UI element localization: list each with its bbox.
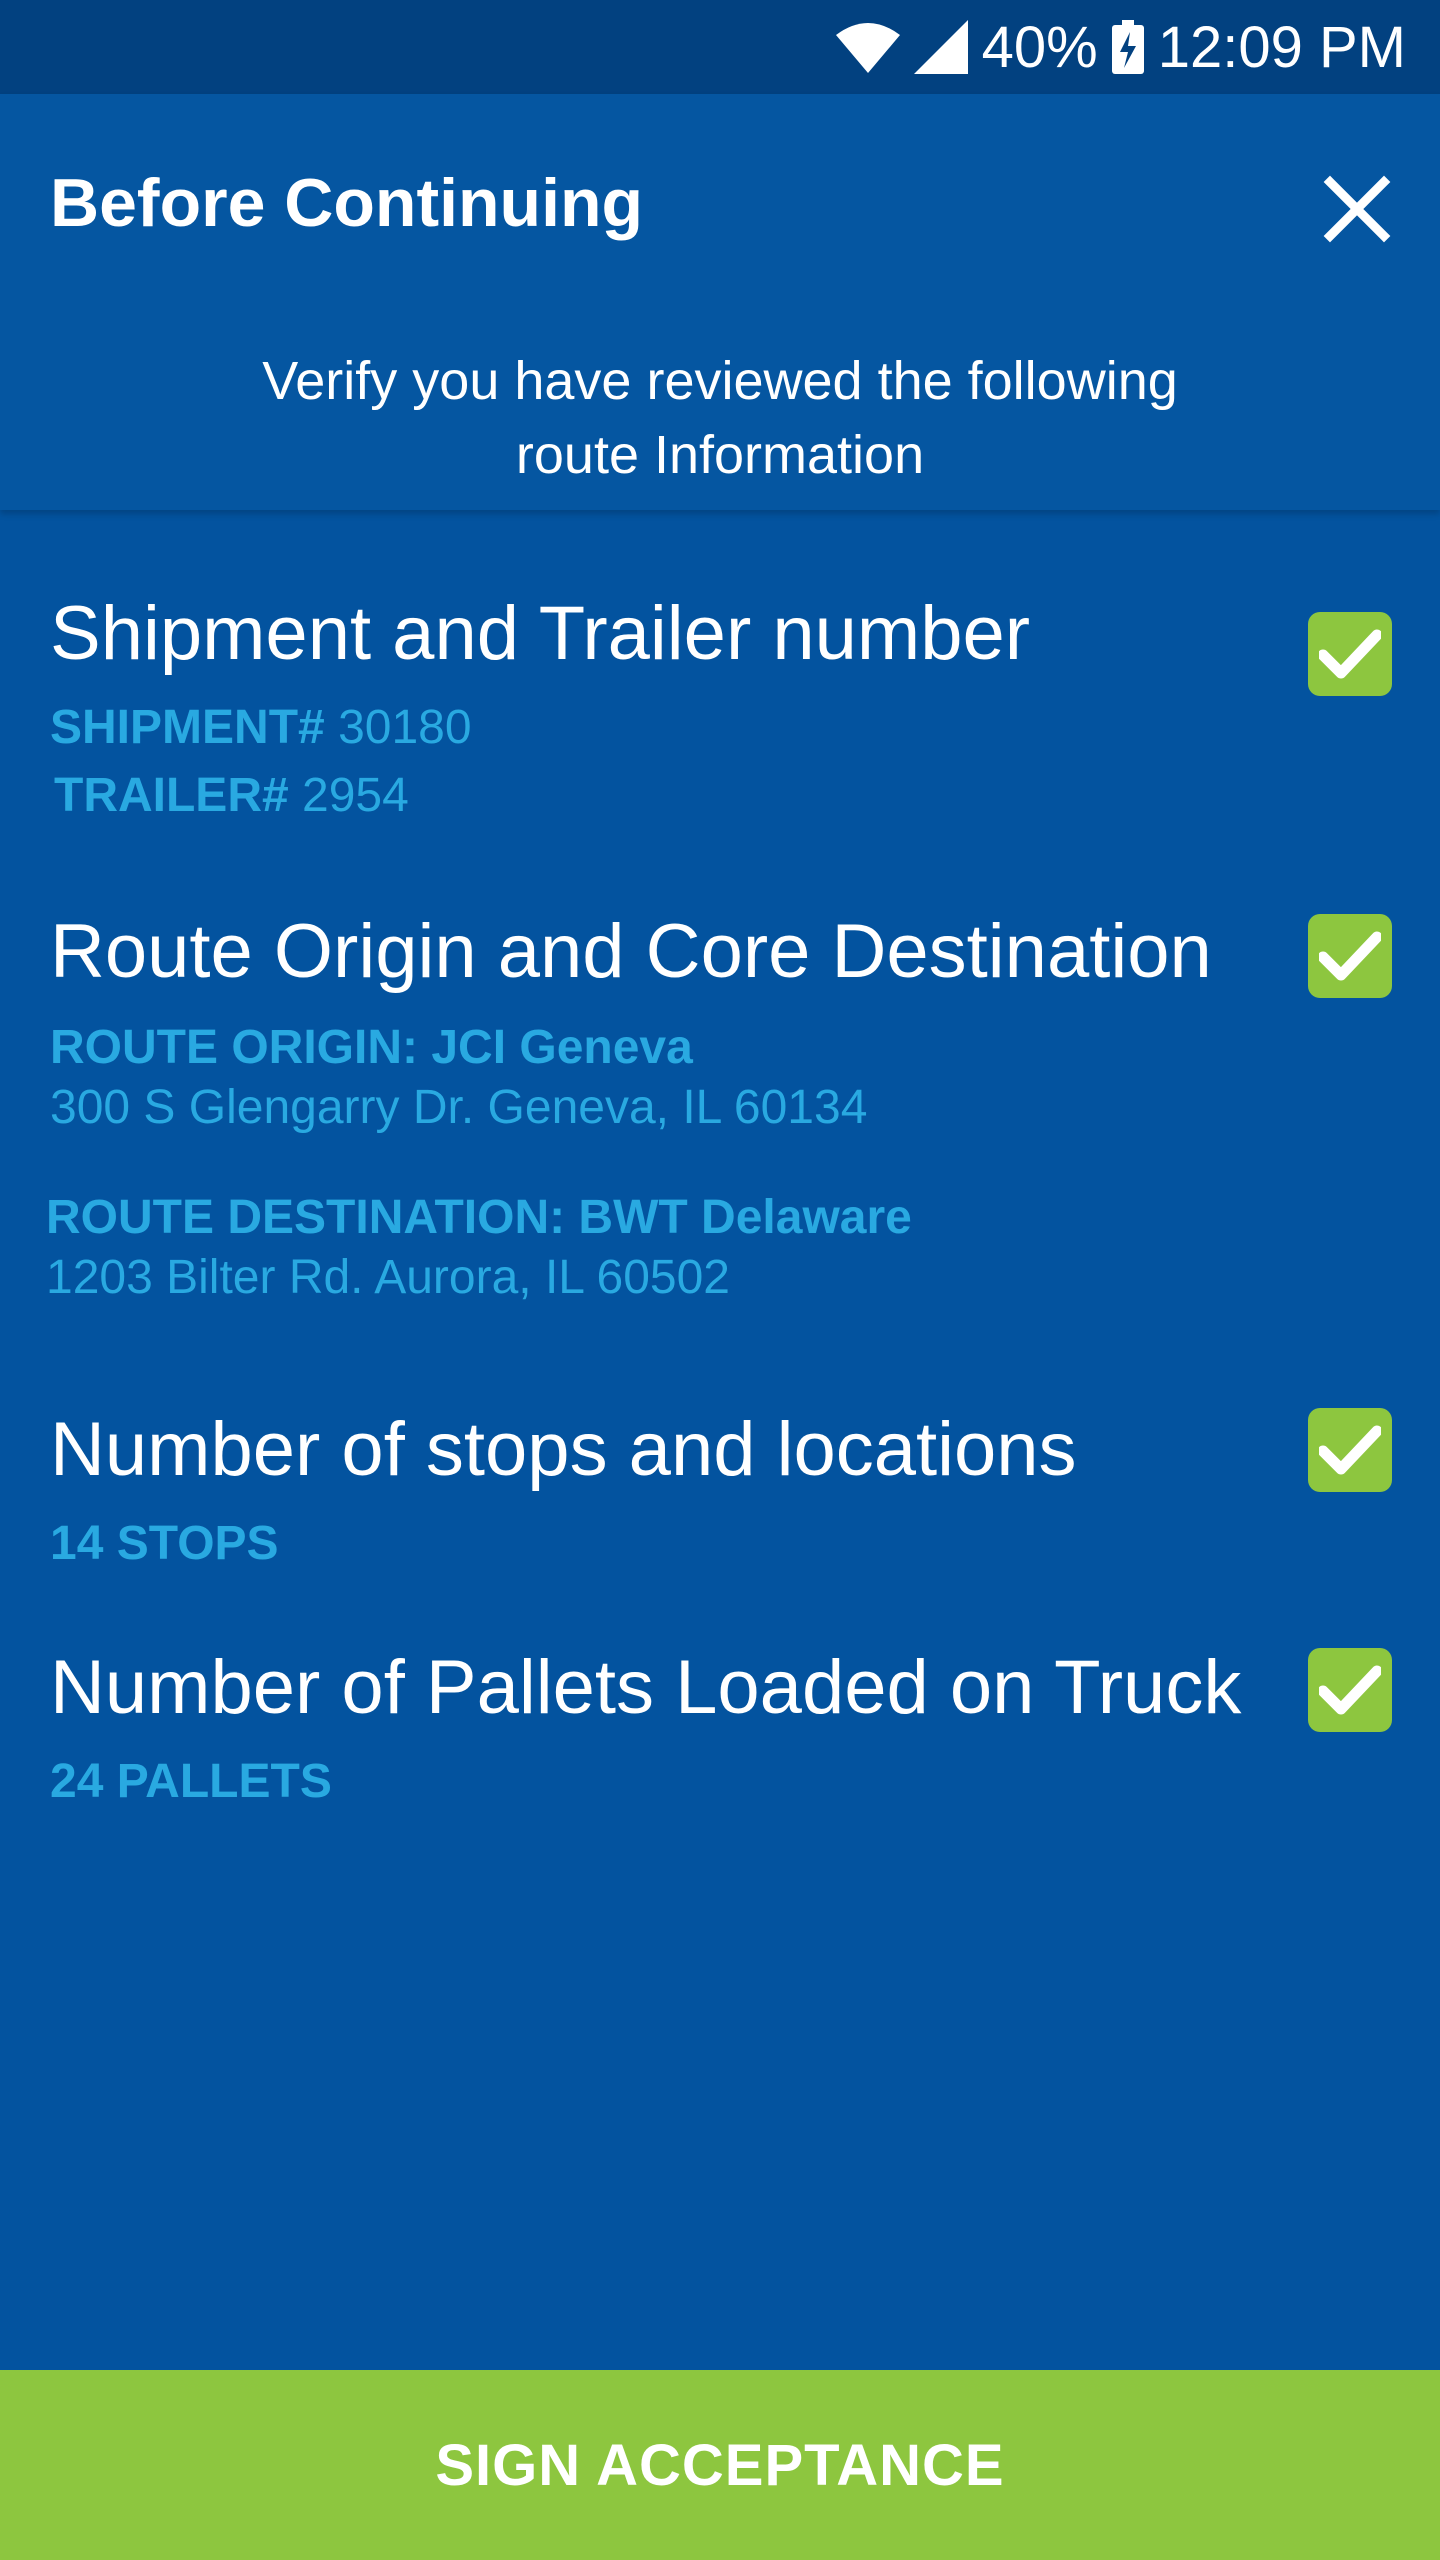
route-destination-address: 1203 Bilter Rd. Aurora, IL 60502	[46, 1251, 730, 1304]
route-destination-label: ROUTE DESTINATION: BWT Delaware	[46, 1191, 912, 1244]
shipment-section-title: Shipment and Trailer number	[50, 591, 1031, 676]
close-button[interactable]	[1322, 174, 1392, 244]
pallets-section-title: Number of Pallets Loaded on Truck	[50, 1645, 1242, 1730]
wifi-icon	[835, 21, 900, 73]
status-bar: 40% 12:09 PM	[0, 0, 1440, 94]
route-origin-address: 300 S Glengarry Dr. Geneva, IL 60134	[50, 1081, 868, 1134]
checkmark-icon	[1319, 1665, 1381, 1715]
shipment-checkbox[interactable]	[1308, 612, 1392, 696]
pallets-count: 24 PALLETS	[50, 1755, 332, 1808]
checkmark-icon	[1319, 629, 1381, 679]
dialog-header: Before Continuing Verify you have review…	[0, 94, 1440, 510]
route-origin-label: ROUTE ORIGIN: JCI Geneva	[50, 1021, 693, 1074]
checkmark-icon	[1319, 1425, 1381, 1475]
signal-icon	[913, 20, 968, 74]
close-icon	[1323, 175, 1391, 243]
route-section-title: Route Origin and Core Destination	[50, 909, 1212, 994]
sign-acceptance-button[interactable]: SIGN ACCEPTANCE	[0, 2370, 1440, 2560]
clock: 12:09 PM	[1157, 14, 1406, 80]
battery-percent: 40%	[981, 14, 1098, 80]
battery-charging-icon	[1111, 20, 1144, 74]
stops-checkbox[interactable]	[1308, 1408, 1392, 1492]
route-checkbox[interactable]	[1308, 914, 1392, 998]
stops-section-title: Number of stops and locations	[50, 1407, 1077, 1492]
shipment-number: SHIPMENT# 30180	[50, 701, 472, 754]
pallets-checkbox[interactable]	[1308, 1648, 1392, 1732]
page-title: Before Continuing	[50, 165, 644, 241]
trailer-number: TRAILER# 2954	[54, 769, 409, 822]
checkmark-icon	[1319, 931, 1381, 981]
stops-count: 14 STOPS	[50, 1517, 279, 1570]
header-subtitle: Verify you have reviewed the following r…	[262, 351, 1178, 485]
